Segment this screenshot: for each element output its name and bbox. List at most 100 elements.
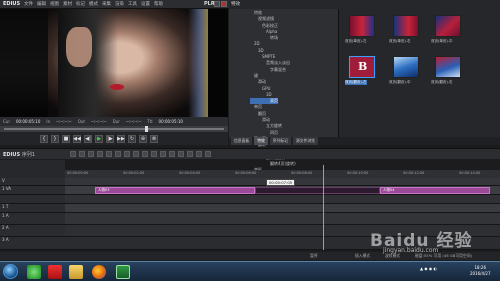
track-head-1a[interactable]: 1 A — [0, 213, 65, 225]
paste-icon[interactable] — [133, 151, 139, 157]
track-head-v[interactable]: V — [0, 178, 65, 186]
play-button[interactable]: ▶ — [95, 134, 103, 143]
effect-thumb-3[interactable] — [435, 15, 461, 37]
menu-bar: 文件 编辑 视图 素材 标记 模式 采集 渲染 工具 设置 帮助 — [24, 1, 163, 7]
timeline-title: EDIUS 序列1 — [3, 152, 36, 158]
taskbar-clock[interactable]: 18:26 2016/4/27 — [470, 265, 491, 277]
fast-forward-button[interactable]: ▶▶ — [117, 134, 125, 143]
menu-mode[interactable]: 模式 — [89, 1, 98, 7]
menu-file[interactable]: 文件 — [24, 1, 33, 7]
export-icon[interactable] — [205, 151, 211, 157]
timeline-playhead[interactable] — [323, 165, 324, 250]
tab-source-browser[interactable]: 源文件浏览 — [292, 137, 318, 145]
insert-button[interactable]: ⊕ — [139, 134, 147, 143]
timeline-clip[interactable]: 人物04 — [380, 187, 490, 194]
cur-timecode: 00:00:05:10 — [15, 119, 41, 124]
out-label: Out — [77, 119, 85, 124]
effect-thumb-label-5: 双页(翻页)-中 — [389, 80, 411, 84]
tab-info[interactable]: 信息面板 — [231, 137, 253, 145]
next-frame-button[interactable]: |▶ — [106, 134, 114, 143]
tab-markers[interactable]: 序列标记 — [269, 137, 291, 145]
rewind-button[interactable]: ◀◀ — [73, 134, 81, 143]
redo-icon[interactable] — [106, 151, 112, 157]
ripple-icon[interactable] — [151, 151, 157, 157]
menu-marker[interactable]: 标记 — [76, 1, 85, 7]
cut-icon[interactable] — [115, 151, 121, 157]
snap-icon[interactable] — [160, 151, 166, 157]
timecode-row: Cur 00:00:05:10 In --:--:--:-- Out --:--… — [0, 117, 228, 126]
tab-effects[interactable]: 特效 — [254, 137, 268, 145]
effect-thumb-6[interactable] — [435, 56, 461, 78]
menu-render[interactable]: 渲染 — [115, 1, 124, 7]
close-button[interactable] — [221, 1, 227, 7]
system-tray: ▲ ◆ ◉ ◐ — [420, 266, 437, 271]
save-icon[interactable] — [88, 151, 94, 157]
stop-button[interactable]: ■ — [62, 134, 70, 143]
ruler-tick: 00:00:02:00 — [123, 171, 145, 175]
timeline-clip[interactable]: 人物03 — [95, 187, 255, 194]
menu-capture[interactable]: 采集 — [102, 1, 111, 7]
undo-icon[interactable] — [97, 151, 103, 157]
open-icon[interactable] — [79, 151, 85, 157]
in-label: In — [46, 119, 51, 124]
delete-icon[interactable] — [142, 151, 148, 157]
track-head-blank[interactable] — [0, 195, 65, 204]
cur-label: Cur — [3, 119, 10, 124]
menu-settings[interactable]: 设置 — [141, 1, 150, 7]
effect-thumb-label-4: 双页(翻页)-左 — [345, 80, 367, 85]
minimize-button[interactable] — [214, 1, 220, 7]
effect-thumb-4-glyph: B — [358, 60, 368, 73]
start-button[interactable] — [3, 264, 18, 279]
window-buttons — [214, 1, 227, 7]
effect-thumb-1[interactable] — [349, 15, 375, 37]
prev-frame-button[interactable]: ◀| — [84, 134, 92, 143]
set-in-button[interactable]: { — [40, 134, 48, 143]
effects-tabs: 信息面板 特效 序列标记 源文件浏览 — [229, 137, 500, 145]
track-lane-1a[interactable] — [65, 213, 500, 225]
menu-edit[interactable]: 编辑 — [37, 1, 46, 7]
preview-letterbox — [0, 9, 48, 117]
firefox-icon[interactable] — [92, 265, 106, 279]
transport-controls: { } ■ ◀◀ ◀| ▶ |▶ ▶▶ ↻ ⊕ ⊗ — [0, 132, 228, 145]
split-icon[interactable] — [178, 151, 184, 157]
track-lane-1va[interactable]: 人物03 人物04 — [65, 186, 500, 195]
preview-image — [48, 9, 208, 117]
track-head-3a[interactable]: 3 A — [0, 237, 65, 250]
track-head-2a[interactable]: 2 A — [0, 225, 65, 237]
set-out-button[interactable]: } — [51, 134, 59, 143]
track-lane-blank[interactable] — [65, 195, 500, 204]
ttl-label: Ttl — [147, 119, 153, 124]
edius-taskbar-icon[interactable] — [116, 265, 130, 279]
copy-icon[interactable] — [124, 151, 130, 157]
timeline-transition[interactable] — [255, 187, 380, 194]
preview-monitor[interactable] — [0, 9, 228, 117]
app-title: EDIUS — [3, 1, 21, 7]
ruler-tick: 00:00:06:00 — [235, 171, 257, 175]
status-pause: 暂停 — [310, 253, 318, 258]
track-head-1t[interactable]: 1 T — [0, 204, 65, 213]
mixer-icon[interactable] — [187, 151, 193, 157]
effect-thumb-5[interactable] — [393, 56, 419, 78]
overwrite-button[interactable]: ⊗ — [150, 134, 158, 143]
menu-tools[interactable]: 工具 — [128, 1, 137, 7]
effect-thumb-4[interactable]: B — [349, 56, 375, 78]
timeline-ruler[interactable]: 00:00:00:00 00:00:02:00 00:00:04:00 00:0… — [65, 170, 500, 178]
preview-hand — [66, 27, 92, 67]
ruler-tick: 00:00:12:00 — [403, 171, 425, 175]
app-360-icon[interactable] — [27, 265, 41, 279]
menu-help[interactable]: 帮助 — [154, 1, 163, 7]
menu-view[interactable]: 视图 — [50, 1, 59, 7]
marker-icon[interactable] — [169, 151, 175, 157]
effect-thumb-2[interactable] — [393, 15, 419, 37]
menu-clip[interactable]: 素材 — [63, 1, 72, 7]
preview-lips — [110, 84, 124, 90]
track-lane-1t[interactable] — [65, 204, 500, 213]
folder-icon[interactable] — [69, 265, 83, 279]
ruler-tick: 00:00:14:00 — [459, 171, 481, 175]
ruler-tick: 00:00:08:00 — [291, 171, 313, 175]
loop-button[interactable]: ↻ — [128, 134, 136, 143]
track-head-1va[interactable]: 1 VA — [0, 186, 65, 195]
new-sequence-icon[interactable] — [70, 151, 76, 157]
render-icon[interactable] — [196, 151, 202, 157]
app-flag-icon[interactable] — [48, 265, 62, 279]
